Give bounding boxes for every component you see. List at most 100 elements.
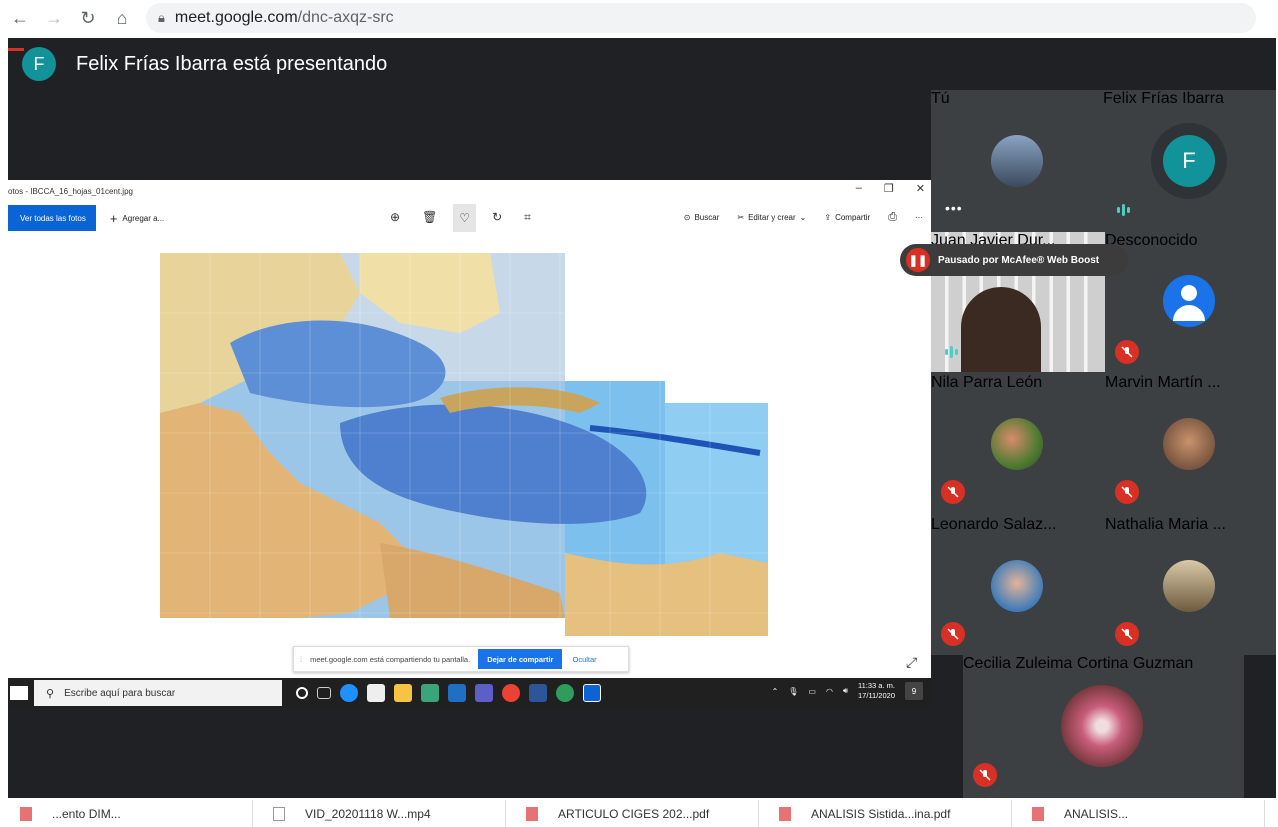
- avatar: [991, 135, 1043, 187]
- person-body-shape: [1173, 305, 1205, 321]
- participant-tile-unknown[interactable]: Desconocido: [1105, 232, 1276, 372]
- share-button[interactable]: ⇪ Compartir: [824, 213, 870, 222]
- avatar: [1163, 560, 1215, 612]
- avatar: [991, 560, 1043, 612]
- mic-off-icon: [1115, 622, 1139, 646]
- participant-tile-nathalia[interactable]: Nathalia Maria ...: [1105, 516, 1276, 655]
- participant-name: Nila Parra León: [931, 374, 1043, 391]
- presenter-header: F Felix Frías Ibarra está presentando: [8, 44, 387, 84]
- edit-create-button[interactable]: ✂ Editar y crear ⌄: [737, 213, 806, 222]
- more-icon[interactable]: ···: [915, 213, 923, 222]
- system-tray: ⌃ 🎙︎ ▭ ◠ 🔊︎ 11:33 a. m. 17/11/2020 9: [772, 681, 923, 701]
- download-item[interactable]: VID_20201118 W...mp4: [253, 800, 506, 827]
- outlook-icon[interactable]: [448, 684, 466, 702]
- pause-icon: ❚❚: [906, 248, 930, 272]
- favorite-icon[interactable]: ♡: [453, 204, 477, 232]
- avatar: [1163, 418, 1215, 470]
- teams-icon[interactable]: [475, 684, 493, 702]
- participant-tile-leonardo[interactable]: Leonardo Salaz...: [931, 516, 1103, 655]
- taskbar-search[interactable]: ⚲ Escribe aquí para buscar: [34, 680, 282, 706]
- download-name: ...ento DIM...: [52, 806, 121, 821]
- task-view-icon[interactable]: [317, 687, 331, 699]
- minimize-icon[interactable]: –: [856, 182, 862, 195]
- reload-icon[interactable]: ↻: [74, 4, 102, 32]
- hide-button[interactable]: Ocultar: [572, 655, 596, 664]
- close-icon[interactable]: ✕: [916, 182, 925, 195]
- rotate-icon[interactable]: ↻: [492, 210, 502, 226]
- participant-tile-you[interactable]: ••• Tú: [931, 90, 1103, 230]
- delete-icon[interactable]: 🗑︎: [422, 210, 437, 226]
- mic-off-icon: [1115, 340, 1139, 364]
- battery-icon[interactable]: ▭: [808, 687, 816, 696]
- pdf-file-icon: [1032, 806, 1044, 821]
- photos-icon[interactable]: [583, 684, 601, 702]
- add-to-button[interactable]: + Agregar a...: [110, 211, 164, 226]
- window-titlebar: otos - IBCCA_16_hojas_01cent.jpg – ❐ ✕: [8, 180, 931, 202]
- print-icon[interactable]: ⎙: [888, 211, 897, 224]
- chevron-down-icon: ⌄: [799, 213, 807, 222]
- microphone-icon[interactable]: 🎙︎: [788, 687, 798, 696]
- back-icon[interactable]: ←: [6, 4, 34, 32]
- maps-icon[interactable]: [421, 684, 439, 702]
- participant-name: Marvin Martín ...: [1105, 374, 1221, 391]
- taskbar-apps: [296, 684, 601, 702]
- mic-off-icon: [973, 763, 997, 787]
- bathymetric-map: [160, 253, 768, 636]
- add-to-label: Agregar a...: [122, 213, 165, 223]
- person-icon: [1181, 285, 1197, 301]
- stop-sharing-button[interactable]: Dejar de compartir: [478, 649, 563, 669]
- globe-icon[interactable]: [556, 684, 574, 702]
- cortana-icon[interactable]: [296, 687, 308, 699]
- lock-icon: 🔒︎: [158, 10, 165, 25]
- home-icon[interactable]: ⌂: [108, 4, 136, 32]
- photo-actions: ⊙ Buscar ✂ Editar y crear ⌄ ⇪ Compartir ⎙ ··…: [684, 211, 923, 224]
- screen-share-notice: ⁞ meet.google.com está compartiendo tu p…: [293, 646, 629, 672]
- avatar: [1061, 685, 1143, 767]
- plus-icon: +: [109, 210, 118, 226]
- wifi-icon[interactable]: ◠: [826, 687, 833, 696]
- mcafee-paused-notice[interactable]: ❚❚ Pausado por McAfee® Web Boost: [900, 244, 1128, 276]
- avatar: [991, 418, 1043, 470]
- participant-name: Felix Frías Ibarra: [1103, 90, 1224, 107]
- avatar: F: [1163, 135, 1215, 187]
- browser-toolbar: ← → ↻ ⌂ 🔒︎ meet.google.com/dnc-axqz-src: [0, 0, 1278, 36]
- address-bar[interactable]: 🔒︎ meet.google.com/dnc-axqz-src: [146, 3, 1256, 33]
- tray-chevron-icon[interactable]: ⌃: [772, 687, 779, 696]
- start-icon[interactable]: [10, 686, 28, 700]
- see-all-photos-label: Ver todas las fotos: [20, 213, 86, 223]
- volume-icon[interactable]: 🔊︎: [843, 686, 848, 696]
- mic-off-icon: [941, 480, 965, 504]
- window-title: otos - IBCCA_16_hojas_01cent.jpg: [8, 186, 133, 196]
- window-controls: – ❐ ✕: [856, 182, 925, 195]
- download-item[interactable]: ANALISIS Sistida...ina.pdf: [759, 800, 1012, 827]
- system-clock[interactable]: 11:33 a. m. 17/11/2020: [858, 681, 895, 701]
- avatar: [1163, 275, 1215, 327]
- participant-tile-nila[interactable]: Nila Parra León: [931, 374, 1103, 514]
- store-icon[interactable]: [367, 684, 385, 702]
- visual-search-icon: ⊙: [683, 213, 691, 222]
- see-all-photos-button[interactable]: Ver todas las fotos: [8, 205, 96, 231]
- chrome-icon[interactable]: [502, 684, 520, 702]
- participant-name: Nathalia Maria ...: [1105, 516, 1226, 533]
- crop-icon[interactable]: ⌗: [524, 210, 531, 226]
- download-item[interactable]: ANALISIS...: [1012, 800, 1265, 827]
- expand-icon[interactable]: ⤢: [906, 654, 917, 671]
- download-item[interactable]: ...ento DIM...: [0, 800, 253, 827]
- zoom-icon[interactable]: ⊕: [390, 210, 400, 226]
- word-icon[interactable]: [529, 684, 547, 702]
- participant-tile-felix[interactable]: F Felix Frías Ibarra: [1103, 90, 1276, 230]
- participant-tile-marvin[interactable]: Marvin Martín ...: [1105, 374, 1276, 514]
- restore-icon[interactable]: ❐: [884, 182, 894, 195]
- edge-icon[interactable]: [340, 684, 358, 702]
- download-name: ARTICULO CIGES 202...pdf: [558, 806, 710, 821]
- download-item[interactable]: ARTICULO CIGES 202...pdf: [506, 800, 759, 827]
- forward-icon[interactable]: →: [40, 4, 68, 32]
- drag-handle-icon[interactable]: ⁞: [300, 655, 302, 664]
- downloads-bar: ...ento DIM... VID_20201118 W...mp4 ARTI…: [0, 800, 1278, 827]
- pdf-file-icon: [779, 806, 791, 821]
- explorer-icon[interactable]: [394, 684, 412, 702]
- search-button[interactable]: ⊙ Buscar: [684, 213, 720, 222]
- url-path: /dnc-axqz-src: [297, 9, 394, 26]
- participant-tile-cecilia[interactable]: Cecilia Zuleima Cortina Guzman: [963, 655, 1244, 798]
- notification-center-icon[interactable]: 9: [905, 682, 923, 700]
